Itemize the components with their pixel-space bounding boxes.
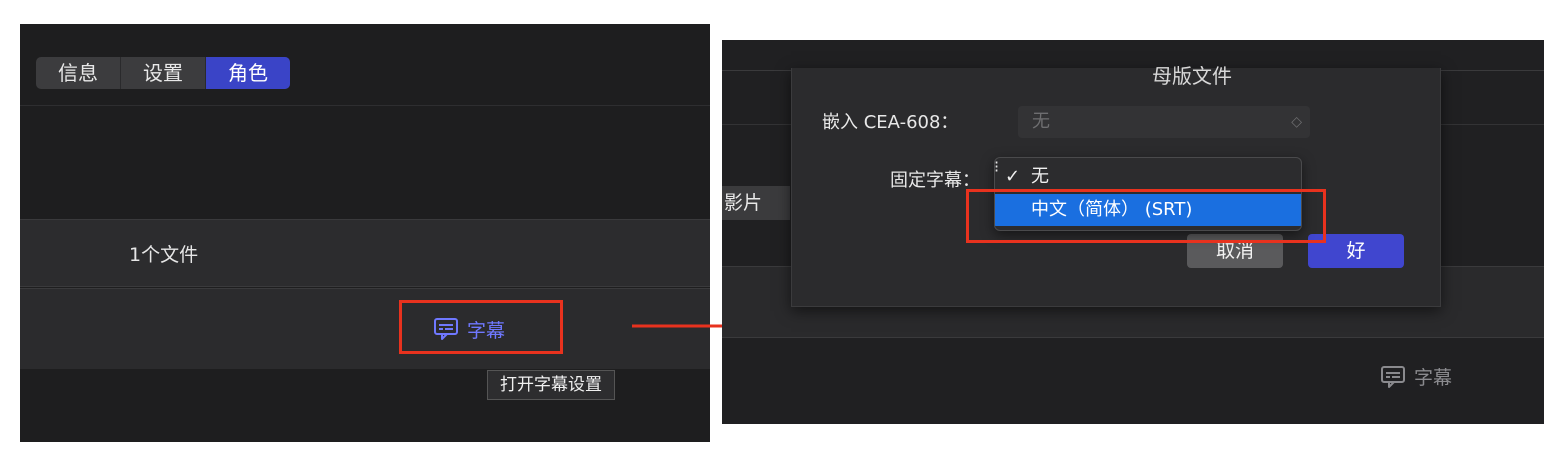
embed-cea608-label: 嵌入 CEA-608： (822, 112, 959, 133)
menu-item-label: 无 (1031, 166, 1049, 187)
divider (20, 105, 710, 106)
roles-row (20, 288, 710, 369)
tab-roles[interactable]: 角色 (206, 57, 290, 89)
inspector-tabs: 信息 设置 角色 (36, 57, 290, 89)
annotation-box-captions (399, 300, 563, 354)
tooltip: 打开字幕设置 (487, 370, 615, 400)
menu-item-none[interactable]: ✓ 无 (995, 162, 1301, 192)
tab-info[interactable]: 信息 (36, 57, 121, 89)
caption-bubble-icon (1381, 365, 1405, 388)
tab-settings[interactable]: 设置 (121, 57, 206, 89)
captions-label: 字幕 (1414, 367, 1453, 389)
files-row: 1个文件 (20, 219, 710, 287)
file-count-label: 1个文件 (129, 244, 199, 266)
captions-button-background[interactable]: 字幕 (1380, 363, 1452, 390)
embed-cea608-select[interactable]: 无 ◇ (1018, 106, 1310, 138)
right-panel: 影片 字幕 母版文件 嵌入 CEA-608： 无 ◇ 固定字幕： 取消 好 ✓ … (722, 40, 1544, 424)
movie-label: 影片 (722, 186, 790, 220)
annotation-box-menu-item (966, 189, 1326, 243)
checkmark-icon: ✓ (1005, 166, 1021, 187)
chevron-updown-icon: ⁝ (994, 157, 1000, 176)
chevron-updown-icon: ◇ (1291, 114, 1302, 130)
embed-cea608-value: 无 (1032, 111, 1050, 132)
sheet-title: 母版文件 (1152, 66, 1232, 88)
left-panel: 信息 设置 角色 1个文件 字幕 打开字幕设置 (20, 24, 710, 442)
